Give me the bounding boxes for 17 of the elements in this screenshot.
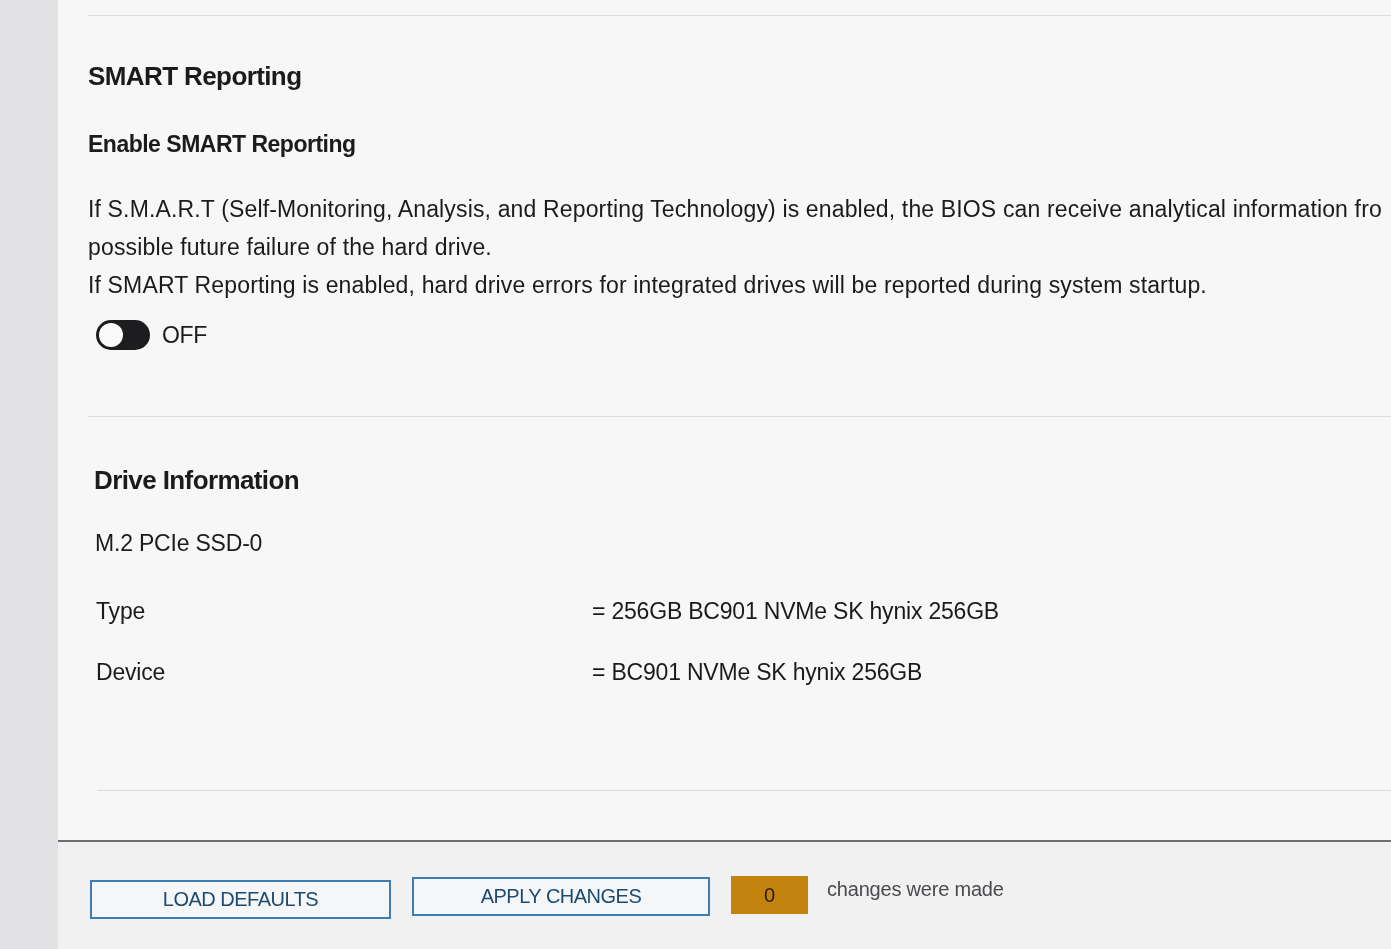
info-label: Type (96, 597, 147, 626)
setting-description: If SMART Reporting is enabled, hard drive errors for integrated drives will be reported during system startup. (88, 271, 1207, 300)
setting-title: Enable SMART Reporting (88, 130, 356, 159)
toggle-switch[interactable] (96, 320, 150, 350)
info-label: Device (96, 658, 167, 687)
change-count: 0 (731, 876, 808, 914)
load-defaults-button[interactable]: LOAD DEFAULTS (90, 880, 391, 919)
drive-name: M.2 PCIe SSD-0 (95, 529, 263, 558)
changes-text: changes were made (827, 877, 1004, 902)
section-heading: SMART Reporting (88, 60, 302, 92)
setting-description: possible future failure of the hard drive. (88, 233, 492, 262)
apply-changes-button[interactable]: APPLY CHANGES (412, 877, 710, 916)
info-value: = BC901 NVMe SK hynix 256GB (592, 658, 924, 687)
toggle-label: OFF (162, 321, 207, 350)
section-heading: Drive Information (94, 464, 300, 496)
info-value: = 256GB BC901 NVMe SK hynix 256GB (592, 597, 999, 626)
setting-description: If S.M.A.R.T (Self-Monitoring, Analysis, and Reporting Technology) is enabled, the BIOS can receive analytical information fro (88, 195, 1382, 224)
